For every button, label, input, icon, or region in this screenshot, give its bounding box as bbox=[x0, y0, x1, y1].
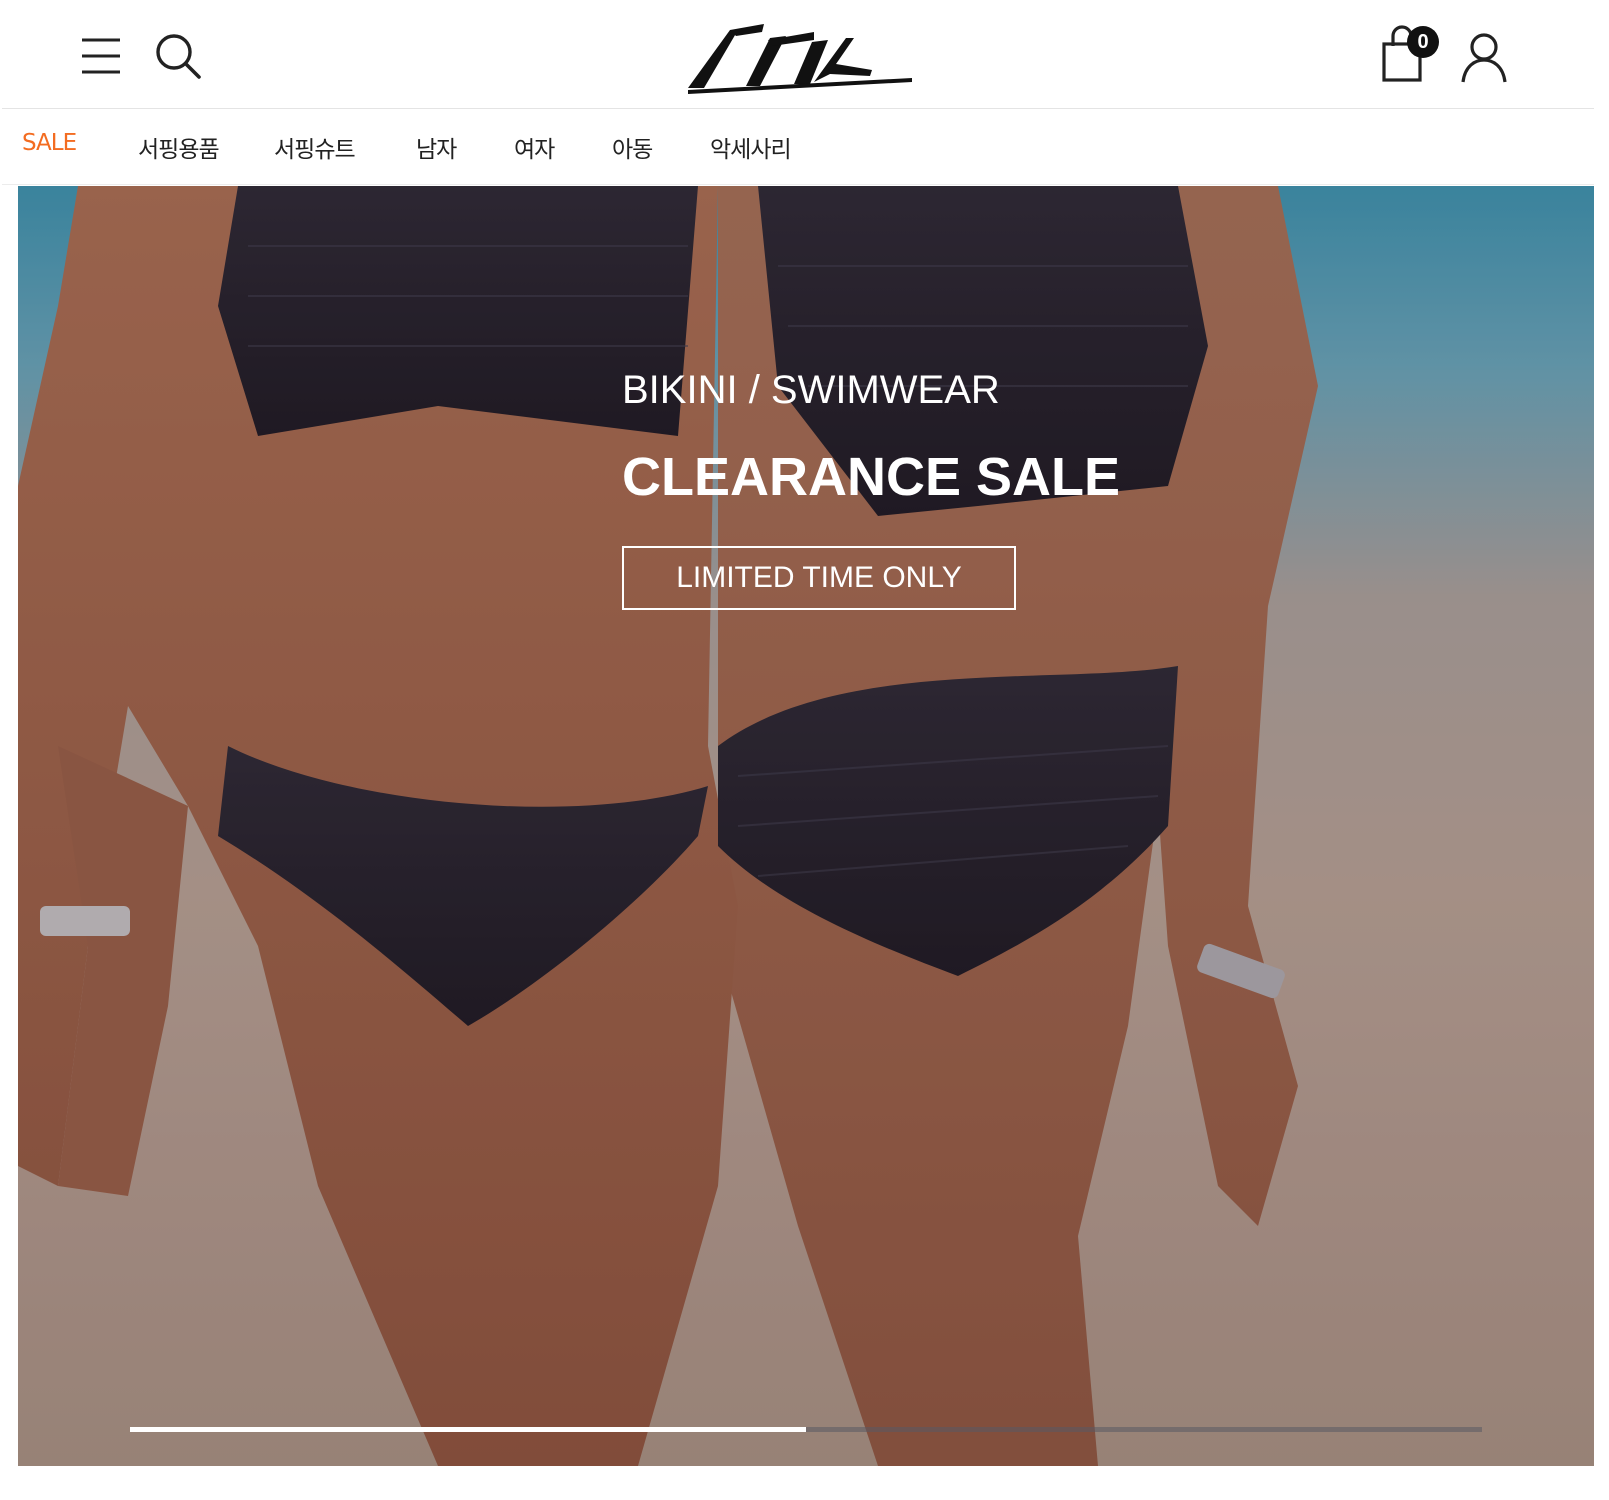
limited-time-button[interactable]: LIMITED TIME ONLY bbox=[622, 546, 1016, 610]
cart-count-badge: 0 bbox=[1407, 26, 1439, 58]
nav-item-kids[interactable]: 아동 bbox=[612, 130, 653, 164]
nav-item-accessories[interactable]: 악세사리 bbox=[710, 130, 792, 164]
hamburger-menu-icon[interactable] bbox=[80, 36, 122, 76]
site-header: 0 bbox=[2, 2, 1594, 109]
hero-title: CLEARANCE SALE bbox=[622, 447, 1121, 507]
search-icon[interactable] bbox=[154, 32, 202, 80]
hero-kicker: BIKINI / SWIMWEAR bbox=[622, 368, 1000, 412]
category-nav: SALE 서핑용품 서핑슈트 남자 여자 아동 악세사리 bbox=[2, 110, 1594, 185]
nav-item-men[interactable]: 남자 bbox=[416, 130, 457, 164]
nav-item-sale[interactable]: SALE bbox=[22, 130, 77, 156]
nav-item-surf-suits[interactable]: 서핑슈트 bbox=[274, 130, 356, 164]
nav-item-women[interactable]: 여자 bbox=[514, 130, 555, 164]
nav-item-surf-gear[interactable]: 서핑용품 bbox=[138, 130, 220, 164]
page: 0 SALE 서핑용품 서핑슈트 남자 여자 아동 악세사리 BIKINI / … bbox=[0, 0, 1609, 1500]
brand-logo[interactable] bbox=[686, 20, 912, 94]
user-account-icon[interactable] bbox=[1460, 32, 1508, 84]
slider-progress-track[interactable] bbox=[130, 1427, 1482, 1432]
hero-banner[interactable]: BIKINI / SWIMWEAR CLEARANCE SALE LIMITED… bbox=[18, 186, 1594, 1466]
slider-progress-fill bbox=[130, 1427, 806, 1432]
